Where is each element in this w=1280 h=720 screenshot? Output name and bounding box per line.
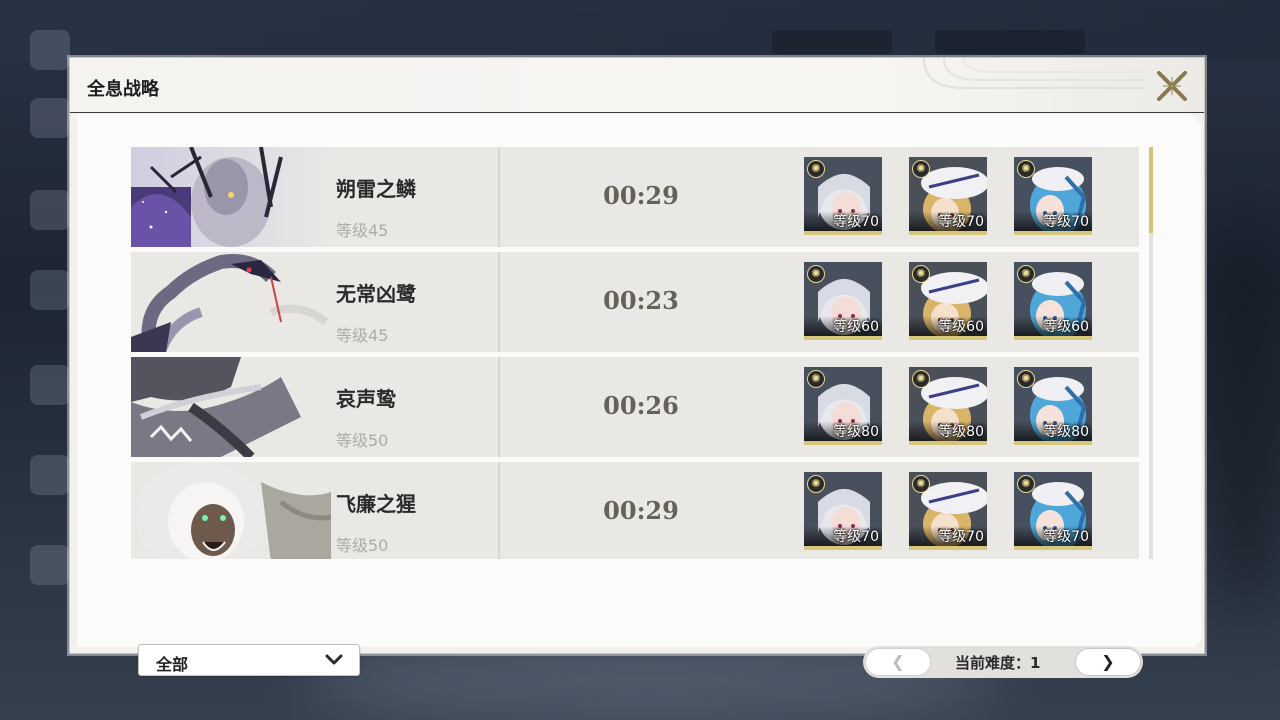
character-card-silver-hair[interactable]: ✺ 等级60 — [804, 262, 882, 340]
clear-time: 00:29 — [603, 181, 679, 210]
sun-icon: ✺ — [807, 370, 825, 388]
boss-portrait — [131, 147, 331, 247]
sun-icon: ✺ — [1017, 370, 1035, 388]
boss-row[interactable]: 哀声鸷 等级50 00:26 ✺ 等级80 ✺ 等级80 ✺ 等级80 — [131, 357, 1139, 457]
difficulty-next-button[interactable]: ❯ — [1075, 648, 1141, 676]
sun-icon: ✺ — [1017, 265, 1035, 283]
background-icon — [30, 30, 70, 70]
sun-icon: ✺ — [912, 160, 930, 178]
boss-list[interactable]: 朔雷之鳞 等级45 00:29 ✺ 等级70 ✺ 等级70 ✺ 等级70 无常凶… — [131, 147, 1139, 559]
holographic-strategy-modal: 全息战略 朔雷之鳞 等级45 00:29 ✺ 等级70 ✺ 等级70 ✺ 等级7… — [69, 57, 1205, 678]
boss-level: 等级50 — [336, 536, 389, 555]
character-card-blue-hair[interactable]: ✺ 等级70 — [1014, 157, 1092, 235]
boss-name: 朔雷之鳞 — [336, 177, 416, 201]
row-divider — [498, 252, 500, 352]
character-level: 等级80 — [833, 424, 879, 440]
background-icon — [30, 270, 70, 310]
sun-icon: ✺ — [1017, 475, 1035, 493]
sun-icon: ✺ — [807, 160, 825, 178]
close-button[interactable] — [1152, 66, 1192, 106]
character-card-blonde-hat[interactable]: ✺ 等级80 — [909, 367, 987, 445]
character-level: 等级70 — [833, 214, 879, 230]
boss-name: 无常凶鹭 — [336, 282, 416, 306]
character-card-blue-hair[interactable]: ✺ 等级70 — [1014, 472, 1092, 550]
scrollbar-thumb[interactable] — [1149, 147, 1153, 233]
filter-selected-label: 全部 — [156, 655, 189, 674]
character-card-silver-hair[interactable]: ✺ 等级70 — [804, 157, 882, 235]
clear-time: 00:26 — [603, 391, 679, 420]
close-x-icon — [1157, 71, 1187, 101]
character-level: 等级70 — [833, 529, 879, 545]
boss-level: 等级45 — [336, 326, 389, 345]
boss-row[interactable]: 飞廉之猩 等级50 00:29 ✺ 等级70 ✺ 等级70 ✺ 等级70 — [131, 462, 1139, 559]
filter-dropdown[interactable]: 全部 — [138, 644, 360, 676]
sun-icon: ✺ — [807, 265, 825, 283]
character-card-blue-hair[interactable]: ✺ 等级60 — [1014, 262, 1092, 340]
difficulty-selector: ❮ 当前难度：1 ❯ — [863, 646, 1143, 678]
list-scrollbar[interactable] — [1149, 147, 1153, 559]
boss-level: 等级50 — [336, 431, 389, 450]
modal-title: 全息战略 — [87, 79, 159, 99]
sun-icon: ✺ — [1017, 160, 1035, 178]
boss-portrait — [131, 357, 331, 457]
character-card-blonde-hat[interactable]: ✺ 等级60 — [909, 262, 987, 340]
character-level: 等级80 — [1043, 424, 1089, 440]
character-card-blue-hair[interactable]: ✺ 等级80 — [1014, 367, 1092, 445]
boss-portrait — [131, 462, 331, 559]
row-divider — [498, 462, 500, 559]
difficulty-prev-button[interactable]: ❮ — [865, 648, 931, 676]
character-card-silver-hair[interactable]: ✺ 等级70 — [804, 472, 882, 550]
modal-header: 全息战略 — [70, 58, 1204, 113]
character-level: 等级60 — [833, 319, 879, 335]
boss-portrait — [131, 252, 331, 352]
row-divider — [498, 357, 500, 457]
character-level: 等级60 — [938, 319, 984, 335]
background-icon — [30, 190, 70, 230]
header-decoration — [923, 58, 1144, 89]
sun-icon: ✺ — [912, 370, 930, 388]
row-divider — [498, 147, 500, 247]
background-icon — [30, 365, 70, 405]
sun-icon: ✺ — [912, 475, 930, 493]
content-area: 朔雷之鳞 等级45 00:29 ✺ 等级70 ✺ 等级70 ✺ 等级70 无常凶… — [77, 114, 1201, 678]
character-card-blonde-hat[interactable]: ✺ 等级70 — [909, 472, 987, 550]
background-icon — [30, 455, 70, 495]
sun-icon: ✺ — [912, 265, 930, 283]
boss-name: 飞廉之猩 — [336, 492, 416, 516]
character-level: 等级60 — [1043, 319, 1089, 335]
background-icon — [30, 98, 70, 138]
character-level: 等级70 — [1043, 529, 1089, 545]
background-icon — [30, 545, 70, 585]
boss-row[interactable]: 无常凶鹭 等级45 00:23 ✺ 等级60 ✺ 等级60 ✺ 等级60 — [131, 252, 1139, 352]
clear-time: 00:23 — [603, 286, 679, 315]
character-level: 等级70 — [1043, 214, 1089, 230]
background-resource — [935, 30, 1085, 54]
character-level: 等级80 — [938, 424, 984, 440]
boss-name: 哀声鸷 — [336, 387, 396, 411]
character-level: 等级70 — [938, 214, 984, 230]
chevron-down-icon — [325, 654, 343, 665]
current-difficulty-label: 当前难度：1 — [955, 654, 1041, 672]
clear-time: 00:29 — [603, 496, 679, 525]
sun-icon: ✺ — [807, 475, 825, 493]
background-resource — [772, 30, 892, 54]
character-level: 等级70 — [938, 529, 984, 545]
background-shape — [1210, 200, 1280, 620]
character-card-silver-hair[interactable]: ✺ 等级80 — [804, 367, 882, 445]
boss-row[interactable]: 朔雷之鳞 等级45 00:29 ✺ 等级70 ✺ 等级70 ✺ 等级70 — [131, 147, 1139, 247]
background-top-bar — [0, 0, 1280, 60]
boss-level: 等级45 — [336, 221, 389, 240]
character-card-blonde-hat[interactable]: ✺ 等级70 — [909, 157, 987, 235]
